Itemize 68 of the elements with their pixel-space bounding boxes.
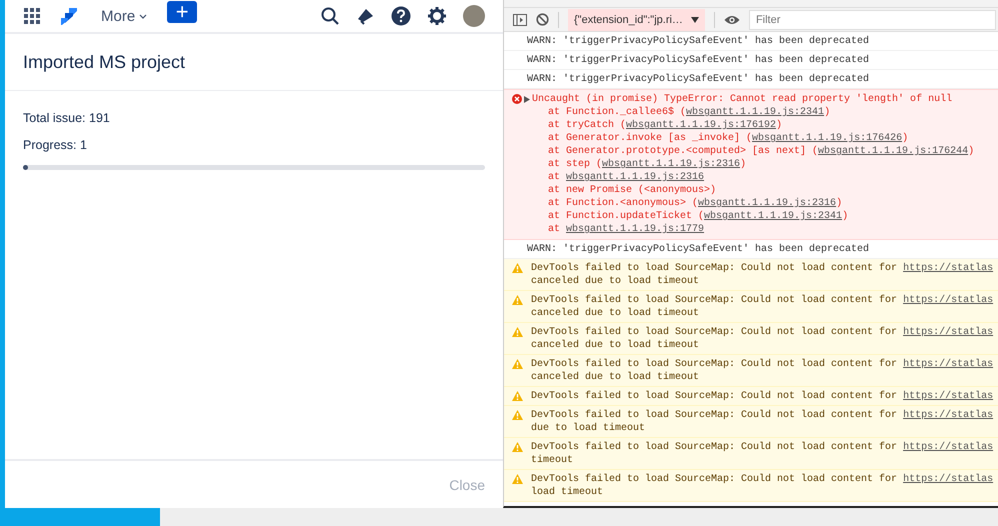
logo-icon[interactable] xyxy=(60,7,78,25)
source-link[interactable]: https://statlas xyxy=(903,263,994,274)
stack-frame: at wbsgantt.1.1.19.js:2316 xyxy=(524,171,974,184)
warning-message: DevTools failed to load SourceMap: Could not load content for https://statlas canceled due to load timeout xyxy=(531,294,994,320)
source-link[interactable]: https://statlas xyxy=(903,474,994,485)
eye-icon[interactable] xyxy=(724,14,740,24)
source-link[interactable]: https://statlas xyxy=(903,295,994,306)
megaphone-icon[interactable] xyxy=(356,7,374,25)
stack-frame: at wbsgantt.1.1.19.js:1779 xyxy=(524,223,974,236)
settings-icon[interactable] xyxy=(428,7,446,25)
source-link[interactable]: wbsgantt.1.1.19.js:1779 xyxy=(566,224,704,235)
app-grid-icon[interactable] xyxy=(24,8,40,24)
log-message: WARN: 'triggerPrivacyPolicySafeEvent' has been deprecated xyxy=(527,35,870,48)
warning-icon xyxy=(512,391,523,401)
dropdown-triangle-icon xyxy=(690,16,699,22)
warning-message: DevTools failed to load SourceMap: Could not load content for https://statlas timeout xyxy=(531,441,994,467)
stack-frame: at new Promise (<anonymous>) xyxy=(524,184,974,197)
warning-icon xyxy=(512,474,523,484)
source-link[interactable]: wbsgantt.1.1.19.js:2316 xyxy=(566,172,704,183)
chevron-down-icon xyxy=(139,14,148,18)
context-selector[interactable]: {"extension_id":"jp.ri… xyxy=(568,8,705,30)
warning-message: DevTools failed to load SourceMap: Could not load content for https://statlas due to load timeout xyxy=(531,409,994,435)
filter-field[interactable]: Filter xyxy=(748,10,996,30)
warning-message: DevTools failed to load SourceMap: Could not load content for https://statlas xyxy=(531,390,994,403)
source-link[interactable]: https://statlas xyxy=(903,359,994,370)
source-link[interactable]: https://statlas xyxy=(903,327,994,338)
log-message: WARN: 'triggerPrivacyPolicySafeEvent' has been deprecated xyxy=(527,73,870,86)
stack-frame: at Function.<anonymous> (wbsgantt.1.1.19.js:2316) xyxy=(524,197,974,210)
create-button[interactable]: + xyxy=(167,0,198,22)
source-link[interactable]: wbsgantt.1.1.19.js:2316 xyxy=(698,198,836,209)
warning-message: DevTools failed to load SourceMap: Could not load content for https://statlas load timeout xyxy=(531,473,994,499)
source-link[interactable]: wbsgantt.1.1.19.js:176426 xyxy=(752,133,902,144)
source-link[interactable]: https://statlas xyxy=(903,391,994,402)
avatar[interactable] xyxy=(463,5,485,27)
source-link[interactable]: wbsgantt.1.1.19.js:2341 xyxy=(704,211,842,222)
stack-frame: at tryCatch (wbsgantt.1.1.19.js:176192) xyxy=(524,119,974,132)
source-link[interactable]: https://statlas xyxy=(903,442,994,453)
total-issue-text: Total issue: 191 xyxy=(23,111,111,125)
stack-frame: at Generator.prototype.<computed> [as next] (wbsgantt.1.1.19.js:176244) xyxy=(524,145,974,158)
source-link[interactable]: wbsgantt.1.1.19.js:176244 xyxy=(818,146,968,157)
help-icon[interactable] xyxy=(391,6,411,26)
source-link[interactable]: https://statlas xyxy=(903,410,994,421)
warning-message: DevTools failed to load SourceMap: Could not load content for https://statlas canceled due to load timeout xyxy=(531,358,994,384)
warning-message: DevTools failed to load SourceMap: Could not load content for https://statlas canceled due to load timeout xyxy=(531,262,994,288)
stack-frame: at step (wbsgantt.1.1.19.js:2316) xyxy=(524,158,974,171)
expand-triangle-icon[interactable] xyxy=(524,96,530,103)
log-message: WARN: 'triggerPrivacyPolicySafeEvent' has been deprecated xyxy=(527,54,870,67)
clear-console-icon[interactable] xyxy=(536,13,549,26)
log-message: WARN: 'triggerPrivacyPolicySafeEvent' has been deprecated xyxy=(527,243,870,256)
warning-icon xyxy=(512,442,523,452)
sidebar-toggle-icon[interactable] xyxy=(513,14,527,26)
warning-icon xyxy=(512,359,523,369)
warning-icon xyxy=(512,295,523,305)
more-menu-button[interactable]: More xyxy=(101,8,148,24)
error-message: Uncaught (in promise) TypeError: Cannot read property 'length' of null xyxy=(532,93,952,106)
warning-message: DevTools failed to load SourceMap: Could not load content for https://statlas canceled due to load timeout xyxy=(531,326,994,352)
warning-icon xyxy=(512,263,523,273)
source-link[interactable]: wbsgantt.1.1.19.js:176192 xyxy=(626,120,776,131)
source-link[interactable]: wbsgantt.1.1.19.js:2341 xyxy=(686,107,824,118)
warning-icon xyxy=(512,410,523,420)
error-icon xyxy=(512,94,522,104)
stack-frame: at Generator.invoke [as _invoke] (wbsgantt.1.1.19.js:176426) xyxy=(524,132,974,145)
stack-frame: at Function._callee6$ (wbsgantt.1.1.19.js:2341) xyxy=(524,106,974,119)
warning-icon xyxy=(512,327,523,337)
progress-label: Progress: 1 xyxy=(23,138,88,152)
source-link[interactable]: wbsgantt.1.1.19.js:2316 xyxy=(602,159,740,170)
stack-frame: at Function.updateTicket (wbsgantt.1.1.19.js:2341) xyxy=(524,210,974,223)
search-icon[interactable] xyxy=(321,7,339,25)
